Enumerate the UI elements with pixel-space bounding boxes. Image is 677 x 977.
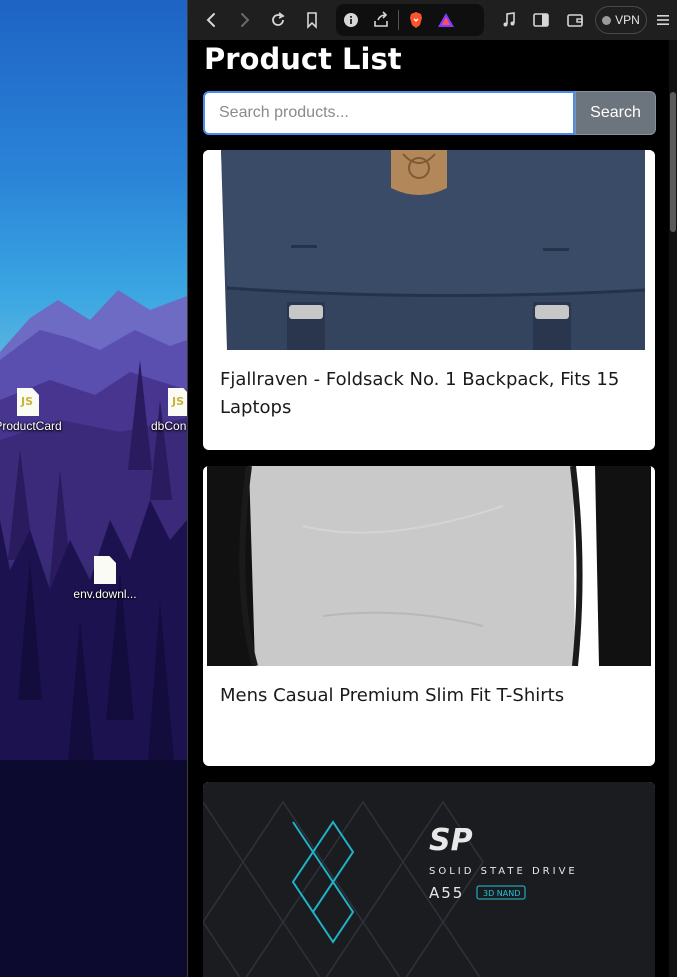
js-file-icon: JS: [168, 388, 187, 416]
page-title: Product List: [204, 42, 402, 76]
product-image-tshirt: [203, 466, 655, 666]
vpn-status-icon: [602, 15, 612, 25]
reload-button[interactable]: [262, 4, 294, 36]
page-scrollbar[interactable]: [669, 40, 677, 977]
sidebar-panel-icon: [533, 13, 549, 27]
brave-rewards-button[interactable]: [431, 4, 461, 36]
svg-text:SOLID STATE DRIVE: SOLID STATE DRIVE: [429, 866, 578, 877]
desktop-file-productcard[interactable]: JS ProductCard: [0, 388, 76, 433]
svg-text:3D NAND: 3D NAND: [483, 889, 520, 898]
desktop-file-dbcon[interactable]: JS dbCon: [130, 388, 187, 433]
music-note-icon: [503, 12, 515, 27]
forward-button[interactable]: [228, 4, 260, 36]
js-file-icon: JS: [17, 388, 39, 416]
address-bar[interactable]: [336, 4, 484, 36]
search-input[interactable]: [203, 91, 575, 135]
menu-button[interactable]: [650, 4, 676, 36]
chevron-right-icon: [241, 13, 250, 27]
desktop-file-label: env.downl...: [73, 587, 137, 601]
hamburger-menu-icon: [657, 15, 669, 25]
info-icon: [344, 13, 358, 27]
browser-window: VPN Product List Search products... Sear…: [187, 0, 677, 977]
chevron-left-icon: [206, 13, 215, 27]
product-card[interactable]: Mens Casual Premium Slim Fit T-Shirts: [203, 466, 655, 766]
sidebar-button[interactable]: [525, 4, 557, 36]
wallpaper-illustration: [0, 290, 187, 977]
bookmark-icon: [307, 12, 317, 29]
svg-text:A55: A55: [429, 884, 464, 902]
browser-toolbar: VPN: [188, 0, 677, 40]
ssd-brand-logo: SP: [429, 823, 473, 858]
desktop-file-env[interactable]: env.downl...: [57, 556, 153, 601]
desktop-background: JS ProductCard JS dbCon env.downl...: [0, 0, 187, 977]
wallet-button[interactable]: [559, 4, 591, 36]
share-icon: [374, 11, 388, 27]
product-image-ssd: SP SOLID STATE DRIVE A55 3D NAND: [203, 782, 655, 977]
brave-lion-icon: [410, 12, 422, 28]
reload-icon: [272, 12, 285, 26]
product-card[interactable]: Fjallraven - Foldsack No. 1 Backpack, Fi…: [203, 150, 655, 450]
product-title: Fjallraven - Foldsack No. 1 Backpack, Fi…: [220, 369, 620, 418]
scrollbar-thumb[interactable]: [670, 92, 676, 232]
vpn-button[interactable]: VPN: [595, 6, 647, 34]
share-button[interactable]: [366, 4, 396, 36]
product-image-backpack: [203, 150, 655, 350]
brave-shields-button[interactable]: [401, 4, 431, 36]
desktop-file-label: ProductCard: [0, 419, 62, 433]
vpn-label: VPN: [615, 13, 640, 27]
wallet-icon: [567, 14, 583, 27]
page-viewport: Product List Search products... Search F…: [188, 40, 677, 977]
site-info-button[interactable]: [336, 4, 366, 36]
address-bar-divider: [398, 10, 399, 30]
search-bar: Search: [203, 91, 656, 135]
blank-file-icon: [94, 556, 116, 584]
product-title: Mens Casual Premium Slim Fit T-Shirts: [220, 685, 565, 706]
media-button[interactable]: [493, 4, 525, 36]
back-button[interactable]: [196, 4, 228, 36]
bookmark-button[interactable]: [296, 4, 328, 36]
product-card[interactable]: SP SOLID STATE DRIVE A55 3D NAND: [203, 782, 655, 977]
search-button[interactable]: Search: [575, 91, 656, 135]
rewards-triangle-icon: [438, 13, 454, 27]
desktop-file-label: dbCon: [151, 419, 187, 433]
